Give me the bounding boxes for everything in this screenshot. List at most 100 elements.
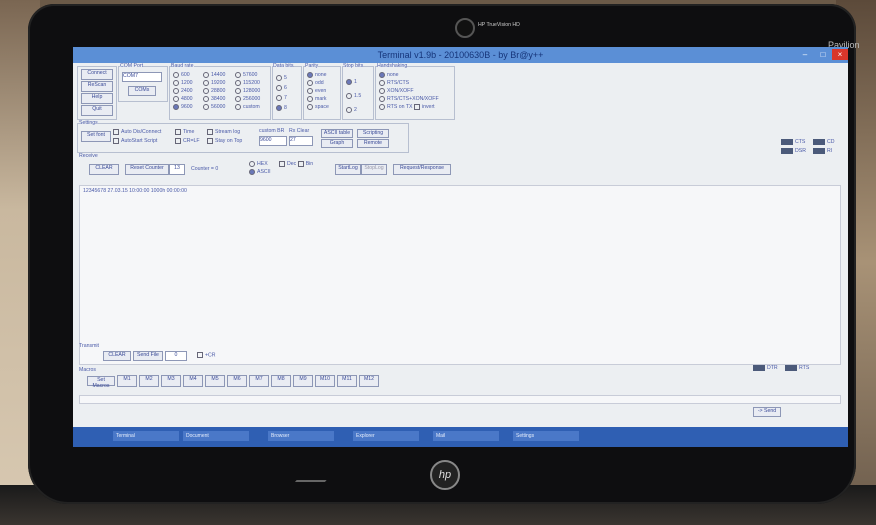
data-bits-8[interactable]: 8	[276, 103, 287, 113]
autostart-script-check[interactable]: AutoStart Script	[113, 137, 161, 146]
connect-button[interactable]: Connect	[81, 69, 113, 80]
stay-on-top-check[interactable]: Stay on Top	[207, 137, 242, 146]
minimize-button[interactable]: –	[796, 49, 814, 60]
transmit-input[interactable]	[79, 395, 841, 404]
macro-m2-button[interactable]: M2	[139, 375, 159, 387]
scripting-button[interactable]: Scripting	[357, 129, 389, 138]
transmit-counter-select[interactable]: 0	[165, 351, 187, 361]
dtr-led[interactable]	[753, 365, 765, 371]
rx-clear-input[interactable]: 27	[289, 136, 313, 146]
auto-connect-check[interactable]: Auto Dis/Connect	[113, 128, 161, 137]
baud-28800[interactable]: 28800	[203, 87, 225, 95]
ascii-table-button[interactable]: ASCII table	[321, 129, 353, 138]
macro-m11-button[interactable]: M11	[337, 375, 357, 387]
rts-led[interactable]	[785, 365, 797, 371]
cr-lf-check[interactable]: CR=LF	[175, 137, 200, 146]
com-port-select[interactable]: COM7	[122, 72, 162, 82]
macro-m1-button[interactable]: M1	[117, 375, 137, 387]
baud-rate-title: Baud rate	[171, 63, 194, 69]
radio-icon	[276, 84, 282, 91]
macro-m3-button[interactable]: M3	[161, 375, 181, 387]
macro-m6-button[interactable]: M6	[227, 375, 247, 387]
help-button[interactable]: Help	[81, 93, 113, 104]
handshake-xon-xoff[interactable]: XON/XOFF	[379, 87, 439, 95]
counter-select[interactable]: 13	[169, 164, 185, 175]
parity-even[interactable]: even	[307, 87, 329, 95]
format-hex[interactable]: HEX	[249, 160, 271, 168]
stream-log-check[interactable]: Stream log	[207, 128, 242, 137]
format-ascii[interactable]: ASCII	[249, 168, 271, 176]
stop-bits-2[interactable]: 2	[346, 103, 361, 117]
macros-title: Macros	[79, 367, 97, 373]
maximize-button[interactable]: □	[814, 49, 832, 60]
transmit-clear-button[interactable]: CLEAR	[103, 351, 131, 361]
macro-m8-button[interactable]: M8	[271, 375, 291, 387]
handshake-rts-cts-xon[interactable]: RTS/CTS+XON/XOFF	[379, 95, 439, 103]
parity-space[interactable]: space	[307, 103, 329, 111]
baud-128000[interactable]: 128000	[235, 87, 260, 95]
taskbar-item-browser[interactable]: Browser	[268, 431, 334, 441]
coms-button[interactable]: COMs	[128, 86, 156, 96]
send-button[interactable]: -> Send	[753, 407, 781, 417]
handshake-rts-cts[interactable]: RTS/CTS	[379, 79, 439, 87]
rescan-button[interactable]: ReScan	[81, 81, 113, 92]
radio-icon	[173, 71, 179, 78]
macro-m7-button[interactable]: M7	[249, 375, 269, 387]
data-bits-options: 5 6 7 8	[276, 73, 287, 113]
parity-odd[interactable]: odd	[307, 79, 329, 87]
taskbar-item-explorer[interactable]: Explorer	[353, 431, 419, 441]
macro-m9-button[interactable]: M9	[293, 375, 313, 387]
data-bits-6[interactable]: 6	[276, 83, 287, 93]
quit-button[interactable]: Quit	[81, 105, 113, 116]
baud-custom[interactable]: custom	[235, 103, 260, 111]
receive-clear-button[interactable]: CLEAR	[89, 164, 119, 175]
send-file-button[interactable]: Send File	[133, 351, 163, 361]
baud-38400[interactable]: 38400	[203, 95, 225, 103]
cr-check[interactable]: +CR	[197, 352, 216, 358]
set-macros-button[interactable]: Set Macros	[87, 376, 115, 389]
macro-m12-button[interactable]: M12	[359, 375, 379, 387]
time-check[interactable]: Time	[175, 128, 200, 137]
graph-button[interactable]: Graph	[321, 139, 353, 148]
custom-br-label: custom BR	[259, 128, 285, 134]
parity-none[interactable]: none	[307, 71, 329, 79]
request-response-button[interactable]: Request/Response	[393, 164, 451, 175]
baud-1200[interactable]: 1200	[173, 79, 193, 87]
checkbox-icon[interactable]	[413, 103, 420, 110]
baud-115200[interactable]: 115200	[235, 79, 260, 87]
reset-counter-button[interactable]: Reset Counter	[125, 164, 169, 175]
baud-56000[interactable]: 56000	[203, 103, 225, 111]
taskbar-item-terminal[interactable]: Terminal	[113, 431, 179, 441]
baud-14400[interactable]: 14400	[203, 71, 225, 79]
radio-icon	[346, 106, 352, 113]
start-log-button[interactable]: StartLog	[335, 164, 361, 175]
baud-4800[interactable]: 4800	[173, 95, 193, 103]
parity-mark[interactable]: mark	[307, 95, 329, 103]
baud-256000[interactable]: 256000	[235, 95, 260, 103]
custom-br-input[interactable]: 9600	[259, 136, 287, 146]
set-font-button[interactable]: Set font	[81, 131, 111, 142]
stop-bits-1[interactable]: 1	[346, 75, 361, 89]
taskbar-item-document[interactable]: Document	[183, 431, 249, 441]
handshake-rts-on-tx[interactable]: RTS on TX invert	[379, 103, 439, 111]
macro-m4-button[interactable]: M4	[183, 375, 203, 387]
stop-log-button[interactable]: StopLog	[361, 164, 387, 175]
receive-terminal[interactable]: 12345678 27.03.15 10:00:00 1000h 00:00:0…	[79, 185, 841, 365]
close-button[interactable]: ×	[832, 49, 848, 60]
handshake-none[interactable]: none	[379, 71, 439, 79]
baud-57600[interactable]: 57600	[235, 71, 260, 79]
baud-19200[interactable]: 19200	[203, 79, 225, 87]
format-dec[interactable]: Dec Bin	[279, 160, 313, 168]
baud-9600[interactable]: 9600	[173, 103, 193, 111]
macro-m10-button[interactable]: M10	[315, 375, 335, 387]
remote-button[interactable]: Remote	[357, 139, 389, 148]
baud-600[interactable]: 600	[173, 71, 193, 79]
taskbar-item-settings[interactable]: Settings	[513, 431, 579, 441]
stop-bits-1-5[interactable]: 1.5	[346, 89, 361, 103]
baud-2400[interactable]: 2400	[173, 87, 193, 95]
radio-icon	[307, 87, 313, 94]
macro-m5-button[interactable]: M5	[205, 375, 225, 387]
taskbar-item-mail[interactable]: Mail	[433, 431, 499, 441]
data-bits-7[interactable]: 7	[276, 93, 287, 103]
data-bits-5[interactable]: 5	[276, 73, 287, 83]
